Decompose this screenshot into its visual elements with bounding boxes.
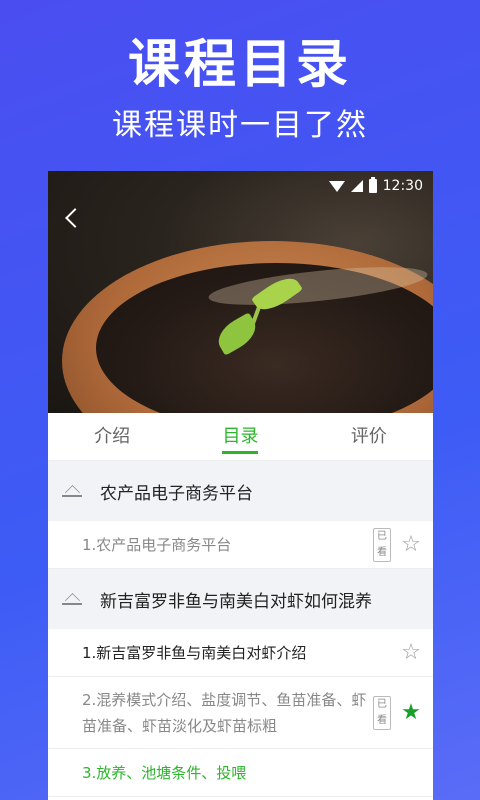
promo-title: 课程目录 — [127, 35, 352, 95]
star-outline-icon[interactable]: ☆ — [399, 532, 423, 557]
status-bar: 12:30 — [328, 175, 423, 197]
course-cover-image: 12:30 — [48, 171, 433, 413]
chapter-title: 新吉富罗非鱼与南美白对虾如何混养 — [100, 591, 372, 612]
lesson-title: 2.混养模式介绍、盐度调节、鱼苗准备、虾苗准备、虾苗淡化及虾苗标粗 — [82, 690, 367, 735]
star-outline-icon[interactable]: ☆ — [399, 640, 423, 665]
star-filled-icon[interactable]: ★ — [399, 700, 423, 725]
lesson-title: 1.农产品电子商务平台 — [82, 535, 232, 554]
signal-icon — [350, 180, 363, 192]
lesson-item[interactable]: 1.农产品电子商务平台 已看 ☆ — [48, 521, 433, 569]
watched-badge: 已看 — [373, 695, 391, 730]
lesson-item[interactable]: 2.混养模式介绍、盐度调节、鱼苗准备、虾苗准备、虾苗淡化及虾苗标粗 已看 ★ — [48, 677, 433, 749]
wifi-icon — [328, 180, 345, 192]
chapter-title: 农产品电子商务平台 — [100, 483, 253, 504]
course-tabs: 介绍 目录 评价 — [48, 413, 433, 461]
chapter-header[interactable]: 新吉富罗非鱼与南美白对虾如何混养 — [48, 569, 433, 629]
back-button[interactable] — [62, 207, 82, 231]
battery-icon — [368, 177, 377, 193]
collapse-icon — [62, 485, 86, 497]
lesson-item[interactable]: 1.新吉富罗非鱼与南美白对虾介绍 ☆ — [48, 629, 433, 677]
phone-screen: 12:30 介绍 目录 评价 农产品电子商务平台 1.农产品电子商务平台 已看 … — [48, 171, 433, 800]
chapter-header[interactable]: 农产品电子商务平台 — [48, 461, 433, 521]
lesson-title: 3.放养、池塘条件、投喂 — [82, 763, 247, 782]
lesson-title: 1.新吉富罗非鱼与南美白对虾介绍 — [82, 643, 307, 662]
collapse-icon — [62, 593, 86, 605]
tab-intro[interactable]: 介绍 — [48, 413, 176, 460]
promo-subtitle: 课程课时一目了然 — [112, 108, 368, 143]
tab-reviews[interactable]: 评价 — [305, 413, 433, 460]
status-time: 12:30 — [382, 178, 423, 194]
tab-catalog[interactable]: 目录 — [176, 413, 304, 460]
lesson-item-playing[interactable]: 3.放养、池塘条件、投喂 — [48, 749, 433, 797]
watched-badge: 已看 — [373, 527, 391, 562]
